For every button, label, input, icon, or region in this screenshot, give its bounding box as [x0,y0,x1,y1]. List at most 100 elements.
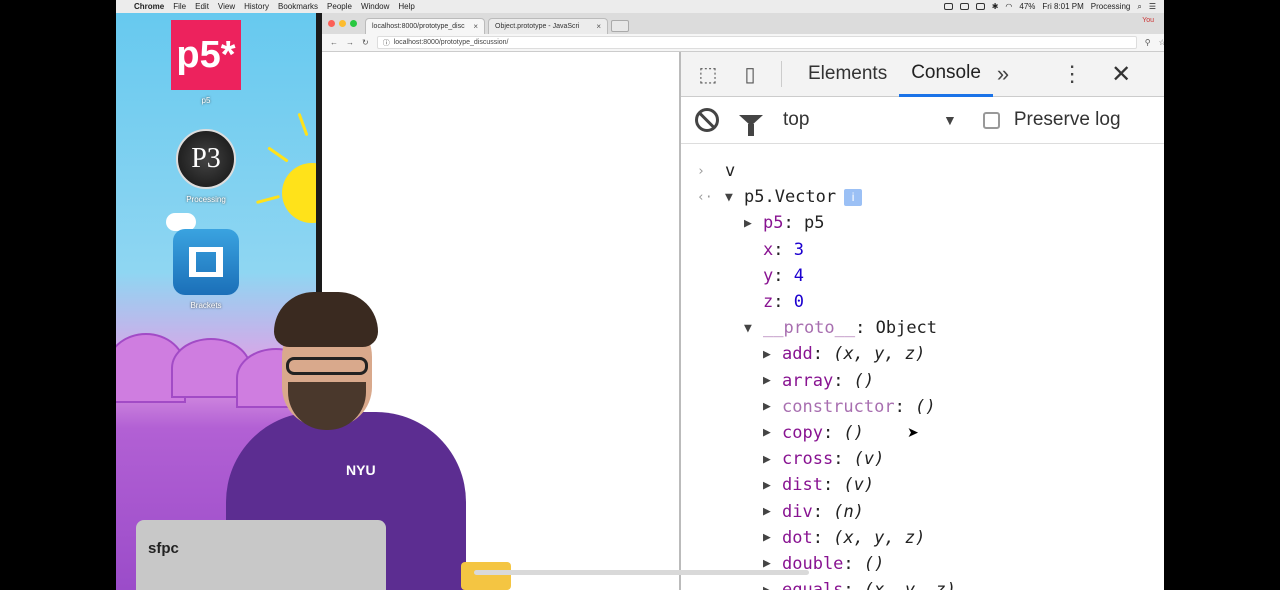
console-toolbar: top ▼ Preserve log [681,97,1164,144]
devtools-panel: ⬚ ▯ Elements Console » ⋮ ✕ top ▼ Preserv… [679,52,1164,590]
console-result-row[interactable]: ‹· ▼ p5.Vector i [681,184,1164,210]
zoom-icon[interactable]: ⚲ [1145,38,1151,47]
context-dropdown-icon[interactable]: ▼ [943,112,957,128]
laptop: sfpc [136,520,386,590]
battery-percent[interactable]: 47% [1019,2,1035,11]
close-tab-icon[interactable]: × [596,22,601,31]
filter-icon[interactable] [739,114,763,136]
expand-triangle-icon[interactable]: ▼ [744,321,763,336]
hoodie-text: NYU [346,462,376,478]
close-window-button[interactable] [328,20,335,27]
address-bar-row: ← → ↻ ⓘ localhost:8000/prototype_discuss… [322,34,1164,52]
back-icon[interactable]: ← [330,38,338,47]
processing-logo-icon: P3 [176,129,236,189]
collapse-triangle-icon[interactable]: ▶ [763,583,782,590]
info-badge-icon[interactable]: i [844,188,863,206]
desktop-icon-processing[interactable]: P3 Processing [161,129,251,204]
url-text: localhost:8000/prototype_discussion/ [393,39,509,46]
collapse-triangle-icon[interactable]: ▶ [763,478,782,493]
property-row: x: 3 [763,239,804,260]
tab-elements[interactable]: Elements [796,52,899,97]
new-tab-button[interactable] [611,20,629,32]
preserve-log-checkbox[interactable] [982,111,1000,129]
method-name: constructor [782,396,895,417]
devtools-menu-icon[interactable]: ⋮ [1061,61,1083,87]
method-row[interactable]: ▶ copy: () [681,420,1164,446]
menu-chrome[interactable]: Chrome [134,2,164,11]
close-devtools-icon[interactable]: ✕ [1111,60,1131,89]
minimize-window-button[interactable] [339,20,346,27]
notification-center-icon[interactable]: ☰ [1149,2,1156,11]
console-output: › v ‹· ▼ p5.Vector i ▶ p5: p5 x: 3 y: 4… [681,144,1164,590]
menu-window[interactable]: Window [361,2,389,11]
clock[interactable]: Fri 8:01 PM [1042,2,1083,11]
more-tabs-button[interactable]: » [997,61,1009,87]
bookmark-star-icon[interactable]: ☆ [1159,38,1164,47]
collapse-triangle-icon[interactable]: ▶ [744,216,763,231]
method-signature: (x, y, z) [833,527,926,548]
collapse-triangle-icon[interactable]: ▶ [763,347,782,362]
property-value: Object [875,318,938,339]
close-tab-icon[interactable]: × [473,22,478,31]
reload-icon[interactable]: ↻ [362,38,369,47]
result-arrow-icon: ‹· [697,189,713,205]
tab-console[interactable]: Console [899,52,993,97]
prompt-icon: › [697,163,705,179]
device-toolbar-icon[interactable]: ▯ [737,61,763,87]
menu-file[interactable]: File [173,2,186,11]
menu-bookmarks[interactable]: Bookmarks [278,2,318,11]
method-row[interactable]: ▶ dist: (v) [681,472,1164,498]
proto-row[interactable]: ▼ __proto__: Object [681,315,1164,341]
method-row[interactable]: ▶ div: (n) [681,498,1164,524]
collapse-triangle-icon[interactable]: ▶ [763,425,782,440]
menu-edit[interactable]: Edit [195,2,209,11]
sun-ray [256,194,280,205]
method-signature: () [863,553,885,574]
property-key: y [763,265,774,286]
context-selector[interactable]: top [783,109,943,131]
browser-tab-active[interactable]: localhost:8000/prototype_disc × [365,18,485,34]
collapse-triangle-icon[interactable]: ▶ [763,504,782,519]
method-row[interactable]: ▶equals: (x, y, z) [681,577,1164,590]
property-row[interactable]: ▶ p5: p5 [681,210,1164,236]
preserve-log-label: Preserve log [1013,109,1121,130]
tab-title: Object.prototype - JavaScri [495,23,580,30]
tray-icon[interactable] [943,3,953,10]
url-field[interactable]: ⓘ localhost:8000/prototype_discussion/ [376,36,1137,49]
clear-console-icon[interactable] [695,108,719,132]
menu-view[interactable]: View [218,2,235,11]
zoom-window-button[interactable] [350,20,357,27]
profile-button[interactable]: You [1142,17,1154,24]
method-row[interactable]: ▶ constructor: () [681,394,1164,420]
method-name: cross [782,449,834,470]
p5-logo-icon: p5* [171,20,241,90]
collapse-triangle-icon[interactable]: ▶ [763,399,782,414]
tab-strip: localhost:8000/prototype_disc × Object.p… [322,13,1164,34]
browser-tab[interactable]: Object.prototype - JavaScri × [488,18,608,34]
bluetooth-icon[interactable]: ✱ [992,2,999,11]
info-icon[interactable]: ⓘ [383,38,390,48]
method-row[interactable]: ▶ array: () [681,368,1164,394]
menu-help[interactable]: Help [398,2,414,11]
video-scrubber[interactable] [474,570,809,575]
collapse-triangle-icon[interactable]: ▶ [763,530,782,545]
menu-history[interactable]: History [244,2,269,11]
expand-triangle-icon[interactable]: ▼ [725,190,744,205]
method-row[interactable]: ▶ cross: (v) [681,446,1164,472]
tray-icon[interactable] [975,3,985,10]
method-row[interactable]: ▶ dot: (x, y, z) [681,525,1164,551]
method-signature: (n) [833,501,864,522]
wifi-icon[interactable]: ◠ [1005,2,1012,11]
collapse-triangle-icon[interactable]: ▶ [763,452,782,467]
menubar-app-name[interactable]: Processing [1091,2,1131,11]
inspect-element-icon[interactable]: ⬚ [695,61,721,87]
spotlight-icon[interactable]: ⌕ [1137,2,1141,12]
forward-icon[interactable]: → [346,38,354,47]
video-frame: Chrome File Edit View History Bookmarks … [116,0,1164,590]
method-row[interactable]: ▶ add: (x, y, z) [681,341,1164,367]
tray-icon[interactable] [959,3,969,10]
collapse-triangle-icon[interactable]: ▶ [763,373,782,388]
menu-people[interactable]: People [327,2,352,11]
desktop-icon-p5[interactable]: p5* p5 [161,20,251,105]
property-row: y: 4 [763,265,804,286]
